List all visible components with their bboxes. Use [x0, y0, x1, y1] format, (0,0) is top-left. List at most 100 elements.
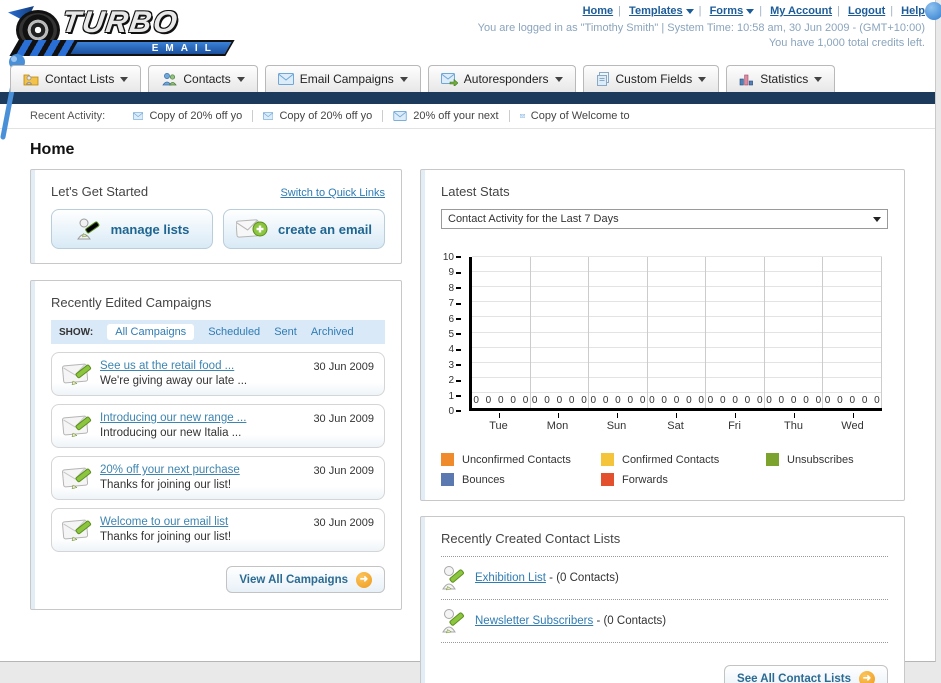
legend-item-confirmed-contacts: Confirmed Contacts — [601, 453, 766, 466]
campaign-title-link[interactable]: Introducing our new range ... — [100, 411, 313, 426]
campaign-title-link[interactable]: See us at the retail food ... — [100, 359, 313, 374]
y-axis-tick-label: 10 — [443, 252, 461, 263]
top-links: Home | Templates | Forms | My Account | Logo… — [582, 5, 925, 17]
view-all-campaigns-button[interactable]: View All Campaigns ➜ — [226, 566, 385, 593]
tab-scheduled[interactable]: Scheduled — [208, 326, 260, 338]
campaign-date: 30 Jun 2009 — [313, 465, 374, 477]
content-area: TURBO EMAIL Home | Templates | Forms | My A… — [0, 0, 941, 683]
nav-tab-statistics[interactable]: Statistics — [726, 65, 836, 92]
x-axis-tick-label: Sat — [646, 413, 705, 439]
main-nav: Contact Lists Contacts Email Campaigns A… — [0, 64, 935, 92]
chart-day-column: 0 0 0 0 0 — [648, 257, 707, 408]
create-email-label: create an email — [278, 221, 372, 237]
tab-all-campaigns[interactable]: All Campaigns — [107, 324, 195, 340]
recent-activity-item[interactable]: Copy of 20% off yo — [253, 110, 384, 122]
see-all-contact-lists-button[interactable]: See All Contact Lists ➜ — [724, 665, 888, 683]
create-email-button[interactable]: create an email — [223, 209, 385, 249]
nav-tab-email-campaigns[interactable]: Email Campaigns — [264, 65, 421, 92]
nav-label: Custom Fields — [615, 72, 693, 86]
turbo-email-logo: TURBO EMAIL — [8, 4, 240, 60]
nav-tab-autoresponders[interactable]: Autoresponders — [427, 65, 576, 92]
nav-tab-contact-lists[interactable]: Contact Lists — [10, 65, 142, 92]
y-axis-tick-label: 2 — [448, 375, 461, 386]
manage-lists-icon — [76, 218, 99, 240]
latest-stats-panel: Latest Stats Contact Activity for the La… — [420, 169, 905, 501]
series-value-labels: 0 0 0 0 0 — [707, 395, 763, 406]
top-link-help[interactable]: Help — [901, 5, 925, 17]
envelope-icon — [133, 112, 144, 120]
recent-activity-item[interactable]: 20% off your next — [383, 110, 510, 122]
campaign-date: 30 Jun 2009 — [313, 413, 374, 425]
session-line1: You are logged in as "Timothy Smith" | S… — [477, 22, 925, 34]
legend-swatch — [601, 473, 614, 486]
campaigns-filter-bar: SHOW: All Campaigns Scheduled Sent Archi… — [51, 320, 385, 344]
header: TURBO EMAIL Home | Templates | Forms | My A… — [0, 0, 941, 64]
show-label: SHOW: — [59, 326, 94, 338]
recent-activity-item[interactable]: Copy of 20% off yo — [123, 110, 254, 122]
nav-tab-contacts[interactable]: Contacts — [148, 65, 258, 92]
session-info: You are logged in as "Timothy Smith" | S… — [478, 21, 925, 51]
y-axis-tick-label: 3 — [448, 360, 461, 371]
x-axis-tick-label: Fri — [705, 413, 764, 439]
y-axis-tick-label: 9 — [448, 267, 461, 278]
legend-item-bounces: Bounces — [441, 473, 601, 486]
campaign-subtitle: Thanks for joining our list! — [100, 479, 232, 491]
tab-sent[interactable]: Sent — [274, 326, 297, 338]
recent-activity-item[interactable]: Copy of Welcome to — [510, 110, 640, 122]
legend-item-forwards: Forwards — [601, 473, 766, 486]
statistics-icon — [739, 74, 754, 85]
create-email-icon — [236, 219, 268, 238]
y-axis-tick-label: 0 — [448, 406, 461, 417]
switch-quick-links-link[interactable]: Switch to Quick Links — [280, 187, 385, 199]
chart-y-axis: 0 1 2 3 4 5 6 7 8 9 10 — [441, 252, 469, 417]
session-line2: You have 1,000 total credits left. — [768, 37, 925, 49]
manage-lists-button[interactable]: manage lists — [51, 209, 213, 249]
campaign-row[interactable]: Welcome to our email list Thanks for joi… — [51, 508, 385, 552]
logo-subtitle: EMAIL — [151, 42, 218, 54]
chart-plot: 0 0 0 0 00 0 0 0 00 0 0 0 00 0 0 0 00 0 … — [469, 256, 883, 411]
contact-list-count: - (0 Contacts) — [549, 572, 619, 584]
legend-label: Unsubscribes — [787, 453, 854, 466]
nav-tab-custom-fields[interactable]: Custom Fields — [582, 65, 720, 92]
campaign-date: 30 Jun 2009 — [313, 517, 374, 529]
nav-label: Contacts — [183, 72, 231, 86]
recently-edited-campaigns-panel: Recently Edited Campaigns SHOW: All Camp… — [30, 280, 402, 610]
legend-swatch — [601, 453, 614, 466]
x-axis-tick-label: Tue — [469, 413, 528, 439]
legend-swatch — [441, 473, 454, 486]
campaign-subtitle: We're giving away our late ... — [100, 375, 248, 387]
series-value-labels: 0 0 0 0 0 — [766, 395, 822, 406]
contact-list-row[interactable]: Exhibition List - (0 Contacts) — [441, 557, 888, 600]
legend-label: Confirmed Contacts — [622, 453, 720, 466]
x-axis-tick-label: Mon — [528, 413, 587, 439]
envelope-icon — [263, 112, 274, 120]
top-link-my-account[interactable]: My Account — [770, 5, 832, 17]
top-link-templates[interactable]: Templates — [629, 5, 683, 17]
campaign-title-link[interactable]: Welcome to our email list — [100, 515, 313, 530]
top-link-forms[interactable]: Forms — [710, 5, 744, 17]
chevron-down-icon — [399, 76, 408, 82]
contact-list-link[interactable]: Newsletter Subscribers — [475, 615, 593, 627]
arrow-right-icon: ➜ — [859, 670, 875, 683]
contact-lists-icon — [23, 74, 39, 86]
campaign-row[interactable]: See us at the retail food ... We're givi… — [51, 352, 385, 396]
stats-filter-select[interactable]: Contact Activity for the Last 7 Days — [441, 209, 888, 229]
top-link-home[interactable]: Home — [583, 5, 614, 17]
campaign-title-link[interactable]: 20% off your next purchase — [100, 463, 313, 478]
campaign-row[interactable]: 20% off your next purchase Thanks for jo… — [51, 456, 385, 500]
x-axis-tick-label: Wed — [823, 413, 882, 439]
y-axis-tick-label: 8 — [448, 283, 461, 294]
edit-campaign-icon — [62, 413, 100, 439]
chevron-down-icon — [236, 76, 245, 82]
campaign-row[interactable]: Introducing our new range ... Introducin… — [51, 404, 385, 448]
contact-list-row[interactable]: Newsletter Subscribers - (0 Contacts) — [441, 600, 888, 643]
left-column: Let's Get Started Switch to Quick Links — [30, 169, 402, 610]
edit-campaign-icon — [62, 465, 100, 491]
recently-created-contact-lists-panel: Recently Created Contact Lists Exhibitio… — [420, 516, 905, 683]
arrow-right-icon: ➜ — [356, 571, 372, 588]
tab-archived[interactable]: Archived — [311, 326, 354, 338]
contact-list-link[interactable]: Exhibition List — [475, 572, 546, 584]
top-link-logout[interactable]: Logout — [848, 5, 885, 17]
chart-legend: Unconfirmed Contacts Confirmed Contacts … — [441, 453, 888, 486]
page: TURBO EMAIL Home | Templates | Forms | My A… — [0, 0, 941, 683]
